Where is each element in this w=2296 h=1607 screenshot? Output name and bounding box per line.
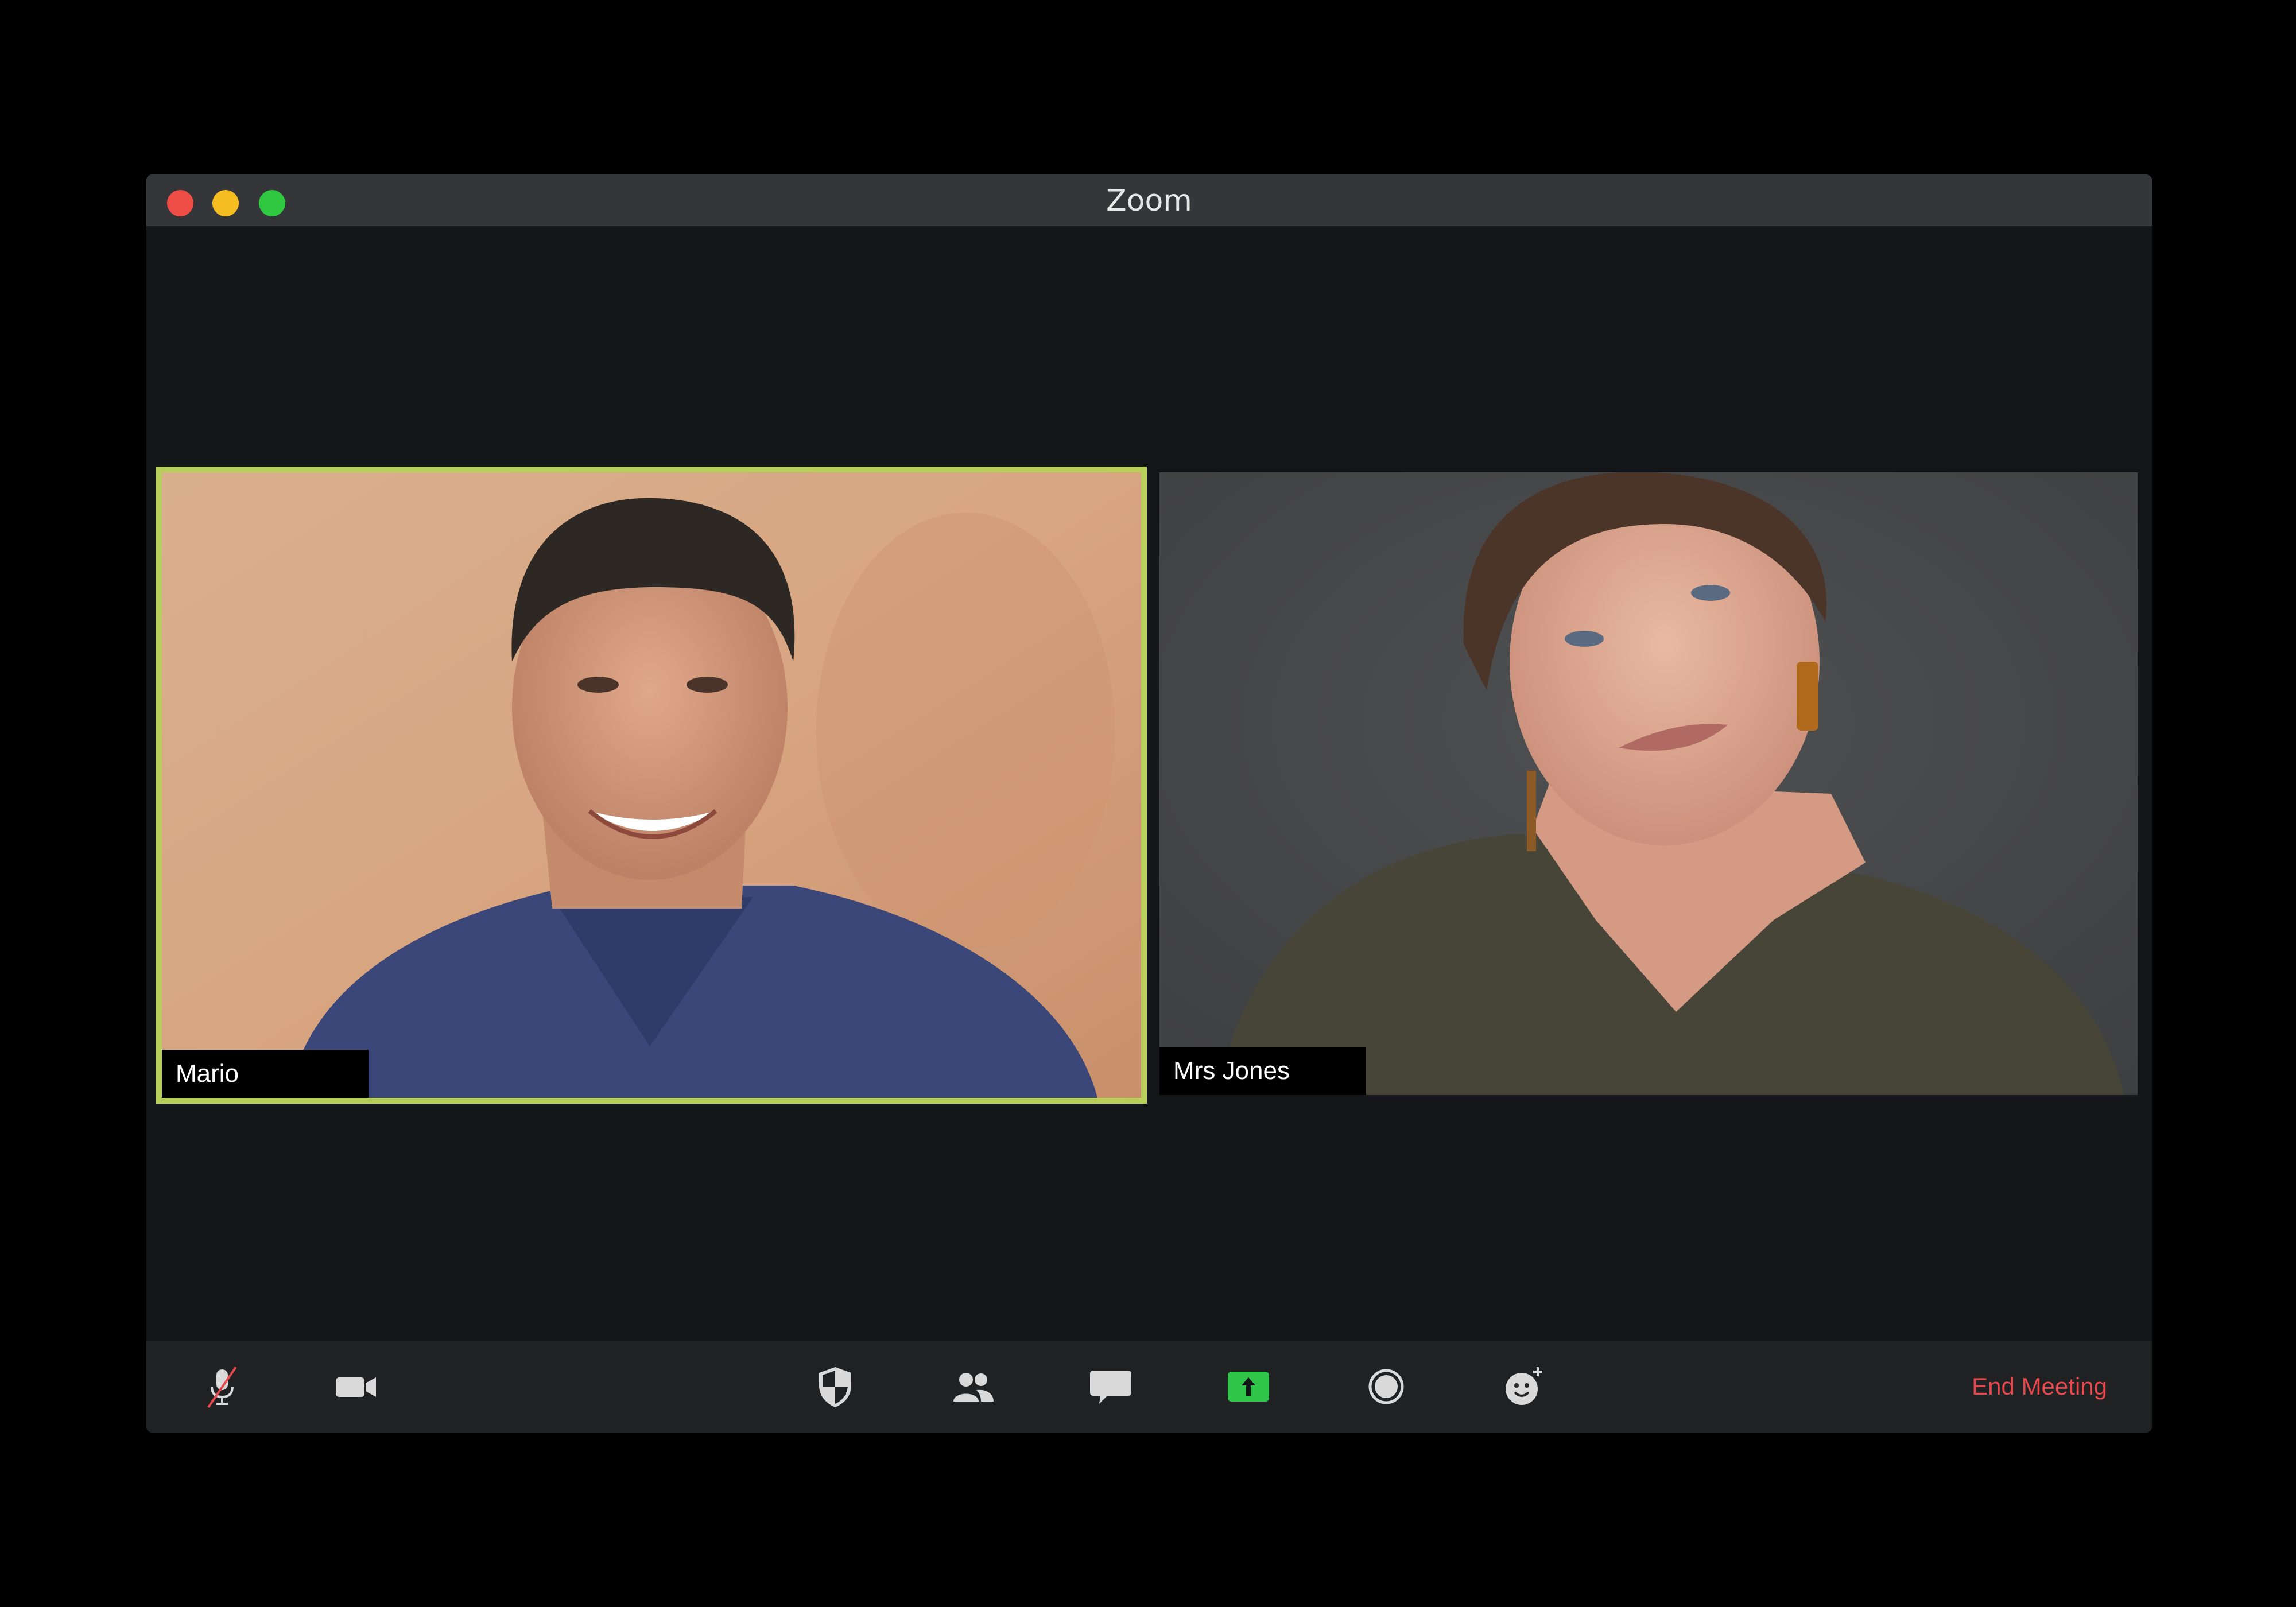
record-button[interactable] [1329, 1358, 1444, 1415]
record-icon [1368, 1369, 1404, 1404]
zoom-window: Zoom Mario Mrs Jones End Meeting [146, 174, 2152, 1433]
share-screen-icon [1228, 1372, 1269, 1402]
chat-bubble-icon [1090, 1371, 1131, 1404]
participant-name-tag: Mario [162, 1050, 369, 1098]
participant-video-mrs-jones[interactable]: Mrs Jones [1159, 472, 2138, 1095]
chat-button[interactable] [1053, 1358, 1168, 1415]
video-camera-icon [336, 1377, 376, 1397]
end-meeting-button[interactable]: End Meeting [1972, 1341, 2107, 1433]
security-button[interactable] [778, 1358, 893, 1415]
title-bar: Zoom [146, 174, 2152, 226]
people-icon [953, 1373, 994, 1402]
participant-video-feed [1159, 472, 2138, 1095]
reactions-button[interactable] [1467, 1358, 1581, 1415]
participant-video-mario[interactable]: Mario [156, 467, 1147, 1104]
window-title: Zoom [1106, 184, 1192, 218]
participant-video-feed [162, 472, 1141, 1098]
microphone-muted-icon [207, 1366, 237, 1408]
participant-name-tag: Mrs Jones [1159, 1047, 1366, 1095]
meeting-toolbar: End Meeting [146, 1341, 2152, 1433]
video-button[interactable] [298, 1358, 413, 1415]
smiley-add-icon [1506, 1367, 1542, 1405]
shield-icon [819, 1367, 851, 1407]
mute-button[interactable] [148, 1358, 297, 1415]
share-screen-button[interactable] [1191, 1358, 1306, 1415]
participants-button[interactable] [916, 1358, 1030, 1415]
